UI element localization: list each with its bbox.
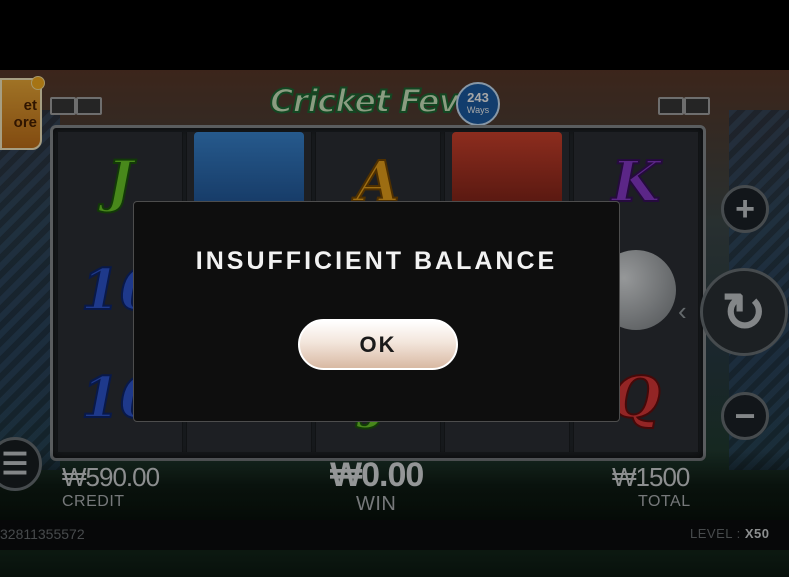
ok-button[interactable]: OK xyxy=(298,319,458,370)
insufficient-balance-dialog: INSUFFICIENT BALANCE OK xyxy=(133,201,620,422)
dialog-title: INSUFFICIENT BALANCE xyxy=(195,247,558,275)
